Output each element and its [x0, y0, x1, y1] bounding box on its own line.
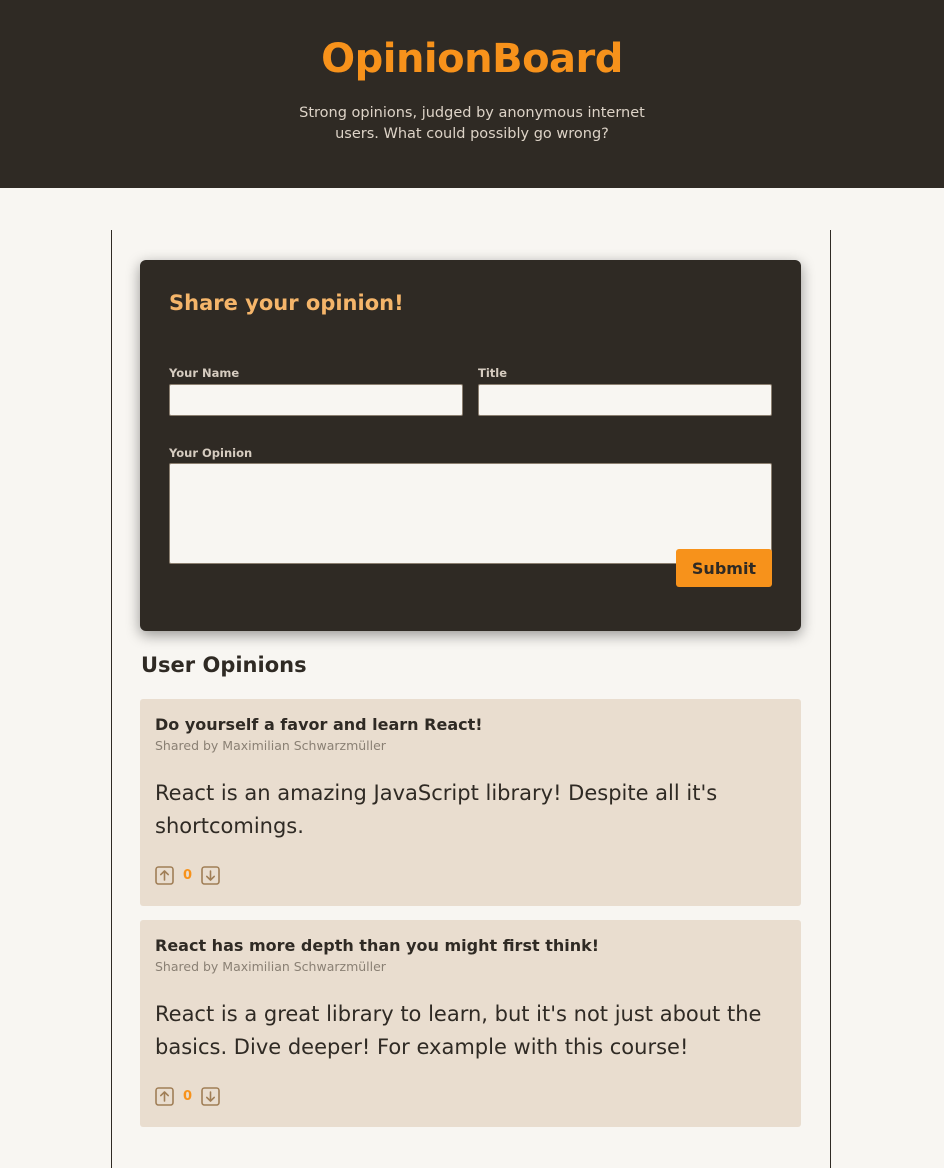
opinion-author: Shared by Maximilian Schwarzmüller — [155, 959, 386, 974]
arrow-down-square-icon — [201, 1087, 220, 1106]
new-opinion-form: Share your opinion! Your Name Title Your… — [140, 260, 801, 631]
opinion-body: React is an amazing JavaScript library! … — [155, 781, 718, 838]
site-header: OpinionBoard Strong opinions, judged by … — [0, 0, 944, 188]
name-label: Your Name — [169, 366, 240, 380]
arrow-up-square-icon — [155, 1087, 174, 1106]
downvote-button[interactable] — [201, 1087, 220, 1106]
opinions-heading: User Opinions — [141, 653, 307, 677]
opinion-title: Do yourself a favor and learn React! — [155, 715, 483, 734]
main-column: Share your opinion! Your Name Title Your… — [111, 230, 831, 1168]
opinion-label: Your Opinion — [169, 446, 253, 460]
submit-button[interactable]: Submit — [676, 549, 772, 587]
arrow-up-square-icon — [155, 866, 174, 885]
name-input[interactable] — [169, 384, 463, 416]
title-label: Title — [478, 366, 508, 380]
site-title: OpinionBoard — [321, 36, 623, 82]
upvote-button[interactable] — [155, 866, 174, 885]
title-input[interactable] — [478, 384, 772, 416]
site-subtitle: Strong opinions, judged by anonymous int… — [299, 105, 645, 142]
opinion-title: React has more depth than you might firs… — [155, 936, 600, 955]
opinion-author: Shared by Maximilian Schwarzmüller — [155, 738, 386, 753]
opinion-card: React has more depth than you might firs… — [140, 920, 801, 1127]
form-heading: Share your opinion! — [169, 291, 404, 315]
arrow-down-square-icon — [201, 866, 220, 885]
vote-count: 0 — [183, 1089, 193, 1104]
vote-count: 0 — [183, 868, 193, 883]
upvote-button[interactable] — [155, 1087, 174, 1106]
opinion-body: React is a great library to learn, but i… — [155, 1002, 762, 1059]
opinion-card: Do yourself a favor and learn React! Sha… — [140, 699, 801, 906]
downvote-button[interactable] — [201, 866, 220, 885]
